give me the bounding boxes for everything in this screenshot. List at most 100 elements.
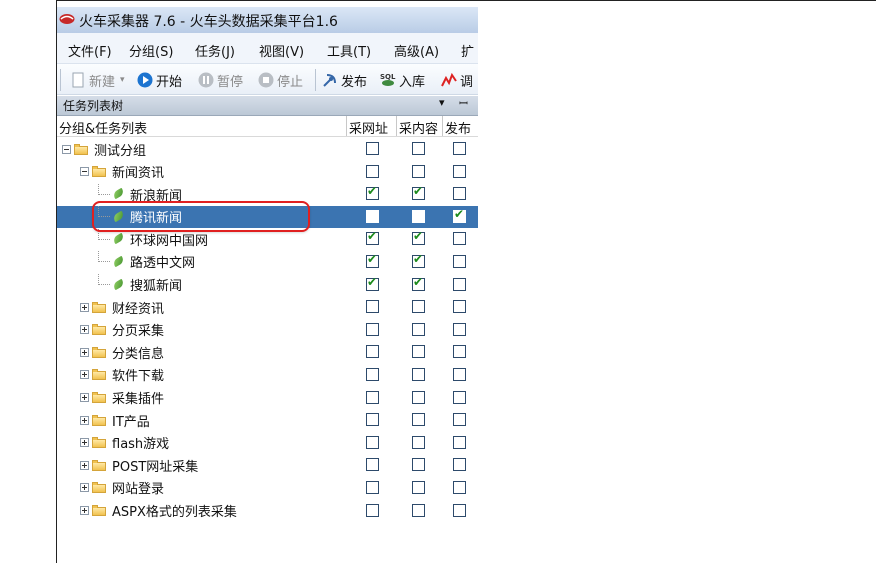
publish-checkbox[interactable] — [453, 207, 466, 223]
collect-url-checkbox[interactable] — [366, 345, 379, 359]
publish-checkbox[interactable] — [453, 435, 466, 449]
tree-group-row[interactable]: IT产品 — [57, 409, 478, 432]
collect-content-checkbox[interactable] — [412, 184, 425, 201]
tree-group-row[interactable]: 测试分组 — [57, 138, 478, 161]
collect-content-checkbox[interactable] — [412, 413, 425, 427]
expand-icon[interactable] — [80, 483, 89, 493]
collect-content-checkbox[interactable] — [412, 322, 425, 336]
collect-url-checkbox[interactable] — [366, 300, 379, 314]
start-button[interactable]: 开始 — [137, 70, 182, 90]
import-db-button[interactable]: SQL 入库 — [380, 70, 425, 90]
expand-icon[interactable] — [80, 302, 89, 312]
collect-url-checkbox[interactable] — [366, 458, 379, 472]
collect-content-checkbox[interactable] — [412, 252, 425, 268]
collect-content-checkbox[interactable] — [412, 435, 425, 449]
debug-button[interactable]: 调 — [441, 70, 473, 90]
collect-content-checkbox[interactable] — [412, 503, 425, 517]
expand-icon[interactable] — [80, 415, 89, 425]
collapse-icon[interactable] — [80, 167, 89, 177]
collect-url-checkbox[interactable] — [366, 480, 379, 494]
collect-content-checkbox[interactable] — [412, 390, 425, 404]
collect-content-checkbox[interactable] — [412, 275, 425, 291]
collect-content-checkbox[interactable] — [412, 229, 425, 246]
collect-url-checkbox[interactable] — [366, 390, 379, 404]
menu-task[interactable]: 任务(J) — [195, 41, 235, 60]
publish-checkbox[interactable] — [453, 413, 466, 427]
column-publish[interactable]: 发布 — [445, 118, 471, 137]
new-button[interactable]: 新建 ▾ — [70, 70, 125, 90]
expand-icon[interactable] — [80, 460, 89, 470]
collect-content-checkbox[interactable] — [412, 142, 425, 155]
expand-icon[interactable] — [80, 347, 89, 357]
publish-checkbox[interactable] — [453, 322, 466, 336]
menu-tools[interactable]: 工具(T) — [327, 41, 371, 60]
collect-url-checkbox[interactable] — [366, 367, 379, 381]
collect-url-checkbox[interactable] — [366, 435, 379, 449]
panel-pin-icon[interactable]: ꟷ — [459, 96, 468, 111]
tree-group-row[interactable]: 网站登录 — [57, 477, 478, 500]
task-leaf-icon — [112, 233, 126, 245]
publish-checkbox[interactable] — [453, 458, 466, 472]
tree-group-row[interactable]: 分页采集 — [57, 319, 478, 342]
tree-task-row[interactable]: 路透中文网 — [57, 251, 478, 274]
publish-checkbox[interactable] — [453, 300, 466, 314]
expand-icon[interactable] — [80, 506, 89, 515]
publish-checkbox[interactable] — [453, 345, 466, 359]
menu-extend[interactable]: 扩 — [461, 41, 474, 60]
collapse-icon[interactable] — [62, 144, 71, 154]
menu-view[interactable]: 视图(V) — [259, 41, 304, 60]
publish-checkbox[interactable] — [453, 480, 466, 494]
collect-content-checkbox[interactable] — [412, 164, 425, 178]
collect-url-checkbox[interactable] — [366, 252, 379, 268]
expand-icon[interactable] — [80, 438, 89, 448]
publish-checkbox[interactable] — [453, 164, 466, 178]
collect-content-checkbox[interactable] — [412, 300, 425, 314]
expand-icon[interactable] — [80, 325, 89, 335]
publish-checkbox[interactable] — [453, 390, 466, 404]
publish-checkbox[interactable] — [453, 142, 466, 155]
pause-button[interactable]: 暂停 — [198, 70, 243, 90]
tree-item-label: 测试分组 — [94, 143, 147, 159]
tree-task-row[interactable]: 搜狐新闻 — [57, 274, 478, 297]
collect-url-checkbox[interactable] — [366, 413, 379, 427]
collect-content-checkbox[interactable] — [412, 480, 425, 494]
tree-group-row[interactable]: 财经资讯 — [57, 296, 478, 319]
expand-icon[interactable] — [80, 370, 89, 380]
publish-checkbox[interactable] — [453, 277, 466, 291]
collect-content-checkbox[interactable] — [412, 458, 425, 472]
collect-content-checkbox[interactable] — [412, 367, 425, 381]
menu-file[interactable]: 文件(F) — [68, 41, 112, 60]
tree-group-row[interactable]: 分类信息 — [57, 341, 478, 364]
collect-url-checkbox[interactable] — [366, 142, 379, 155]
collect-url-checkbox[interactable] — [366, 209, 379, 223]
collect-url-checkbox[interactable] — [366, 229, 379, 246]
column-tree[interactable]: 分组&任务列表 — [59, 118, 147, 137]
collect-url-checkbox[interactable] — [366, 275, 379, 291]
publish-checkbox[interactable] — [453, 254, 466, 268]
column-collect-url[interactable]: 采网址 — [349, 118, 388, 137]
publish-checkbox[interactable] — [453, 503, 466, 517]
publish-button[interactable]: 发布 — [322, 70, 367, 90]
stop-button[interactable]: 停止 — [258, 70, 303, 90]
collect-url-checkbox[interactable] — [366, 503, 379, 517]
new-dropdown-arrow-icon[interactable]: ▾ — [120, 75, 125, 85]
tree-group-row[interactable]: 采集插件 — [57, 387, 478, 410]
collect-url-checkbox[interactable] — [366, 164, 379, 178]
expand-icon[interactable] — [80, 393, 89, 403]
tree-group-row[interactable]: ASPX格式的列表采集 — [57, 500, 478, 523]
column-collect-content[interactable]: 采内容 — [399, 118, 438, 137]
panel-dropdown-icon[interactable]: ▾ — [439, 96, 445, 109]
tree-group-row[interactable]: 新闻资讯 — [57, 161, 478, 184]
publish-checkbox[interactable] — [453, 367, 466, 381]
menu-group[interactable]: 分组(S) — [129, 41, 173, 60]
menu-advanced[interactable]: 高级(A) — [394, 41, 439, 60]
collect-url-checkbox[interactable] — [366, 322, 379, 336]
collect-url-checkbox[interactable] — [366, 184, 379, 201]
tree-group-row[interactable]: flash游戏 — [57, 432, 478, 455]
collect-content-checkbox[interactable] — [412, 345, 425, 359]
collect-content-checkbox[interactable] — [412, 209, 425, 223]
tree-group-row[interactable]: POST网址采集 — [57, 454, 478, 477]
tree-group-row[interactable]: 软件下载 — [57, 364, 478, 387]
publish-checkbox[interactable] — [453, 187, 466, 201]
publish-checkbox[interactable] — [453, 232, 466, 246]
